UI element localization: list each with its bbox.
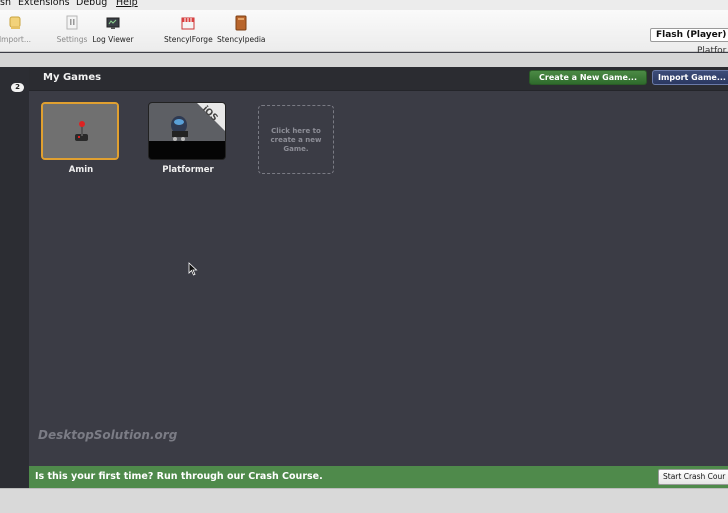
notification-badge[interactable]: 2 [11, 83, 24, 92]
status-bar [0, 488, 728, 513]
game-name: Amin [68, 165, 94, 175]
create-new-game-placeholder[interactable]: Click here to create a new Game. [258, 105, 334, 174]
import-icon [7, 15, 23, 31]
import-game-button[interactable]: Import Game... [652, 70, 728, 85]
mouse-cursor-icon [188, 262, 198, 276]
start-crash-course-button[interactable]: Start Crash Cour [658, 469, 728, 485]
stencylpedia-icon [233, 15, 249, 31]
toolbar-divider [0, 53, 728, 67]
page-title: My Games [43, 72, 102, 83]
game-tile-platformer[interactable]: iOS Platformer [148, 102, 228, 175]
menu-item-extensions[interactable]: Extensions [18, 0, 70, 8]
stencylpedia-tool[interactable]: Stencylpedia [217, 15, 266, 44]
game-name: Platformer [162, 165, 214, 175]
menu-item-help[interactable]: Help [116, 0, 138, 8]
game-tile-amin[interactable]: Amin [41, 102, 121, 175]
left-sidebar [0, 67, 29, 488]
game-thumbnail[interactable]: iOS [148, 102, 226, 160]
toolbar: Import... Settings Log Viewer StencylFor… [0, 10, 728, 56]
create-new-game-button[interactable]: Create a New Game... [529, 70, 647, 85]
log-viewer-tool[interactable]: Log Viewer [92, 15, 134, 44]
import-tool[interactable]: Import... [0, 15, 32, 44]
menu-item-debug[interactable]: Debug [76, 0, 107, 8]
game-thumbnail[interactable] [41, 102, 119, 160]
settings-icon [64, 15, 80, 31]
stencylforge-tool[interactable]: StencylForge [164, 15, 213, 44]
crash-course-text: Is this your first time? Run through our… [35, 471, 323, 482]
settings-tool[interactable]: Settings [56, 15, 88, 44]
joystick-icon [43, 104, 117, 158]
stencylforge-icon [180, 15, 196, 31]
menu-bar: sh Extensions Debug Help [0, 0, 728, 10]
crash-course-bar: Is this your first time? Run through our… [29, 466, 728, 488]
target-select[interactable]: Flash (Player) [650, 28, 728, 42]
menu-item-flash[interactable]: sh [0, 0, 11, 8]
watermark: DesktopSolution.org [38, 428, 178, 442]
games-header: My Games Create a New Game... Import Gam… [29, 67, 728, 91]
log-viewer-icon [105, 15, 121, 31]
